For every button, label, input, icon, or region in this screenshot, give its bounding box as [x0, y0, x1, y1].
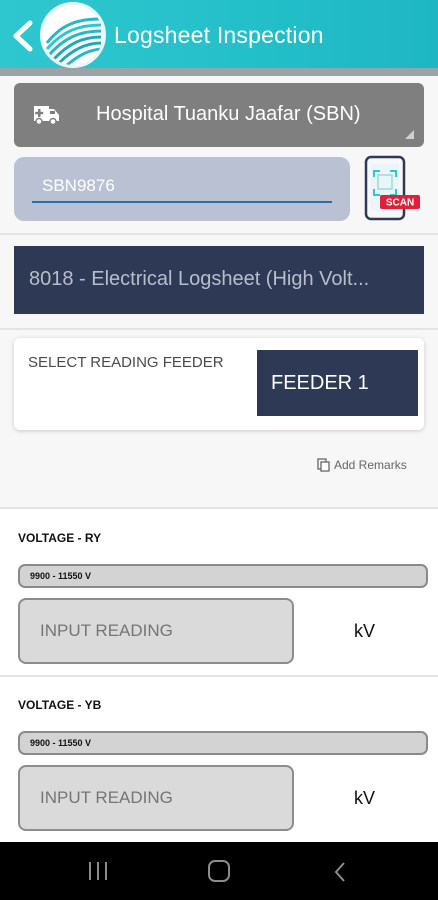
reading-title: VOLTAGE - YB [18, 698, 102, 712]
section-divider [0, 233, 438, 235]
asset-code-field [14, 157, 350, 221]
app-header: Logsheet Inspection [0, 0, 438, 70]
logsheet-form-select[interactable]: 8018 - Electrical Logsheet (High Volt... [14, 246, 424, 314]
add-remarks-label: Add Remarks [334, 458, 407, 472]
scan-label: SCAN [386, 198, 414, 209]
add-remarks-link[interactable]: Add Remarks [317, 458, 407, 472]
feeder-card: SELECT READING FEEDER FEEDER 1 [14, 338, 424, 430]
feeder-select-button[interactable]: FEEDER 1 [257, 350, 418, 416]
system-nav-bar [0, 842, 438, 900]
reading-input[interactable] [18, 765, 294, 831]
header-divider [0, 68, 438, 76]
hospital-label: Hospital Tuanku Jaafar (SBN) [96, 103, 361, 125]
chevron-left-icon[interactable] [10, 18, 36, 54]
page-title: Logsheet Inspection [114, 22, 324, 48]
section-divider [0, 328, 438, 330]
recent-apps-icon[interactable] [86, 861, 110, 881]
hospital-select[interactable]: Hospital Tuanku Jaafar (SBN) [14, 83, 424, 147]
logsheet-form-label: 8018 - Electrical Logsheet (High Volt... [29, 268, 370, 290]
range-badge: 9900 - 11550 V [18, 731, 428, 755]
reading-section: VOLTAGE - RY 9900 - 11550 V kV [0, 509, 438, 677]
unit-label: kV [354, 621, 376, 641]
ambulance-icon [34, 106, 59, 125]
unit-label: kV [354, 788, 376, 808]
logo-waves-icon [45, 17, 102, 65]
home-icon[interactable] [208, 860, 230, 882]
reading-title: VOLTAGE - RY [18, 531, 102, 545]
asset-code-input[interactable] [32, 171, 332, 203]
range-badge: 9900 - 11550 V [18, 564, 428, 588]
feeder-label: SELECT READING FEEDER [28, 354, 224, 371]
reading-section: VOLTAGE - YB 9900 - 11550 V kV [0, 677, 438, 845]
qr-scan-icon[interactable]: SCAN [362, 155, 420, 221]
dropdown-corner-icon [405, 130, 414, 139]
app-logo [40, 2, 106, 68]
reading-input[interactable] [18, 598, 294, 664]
back-icon[interactable] [332, 860, 348, 884]
copy-icon [317, 458, 330, 472]
app-screen: Logsheet Inspection Hospital Tuanku Jaaf… [0, 0, 438, 900]
